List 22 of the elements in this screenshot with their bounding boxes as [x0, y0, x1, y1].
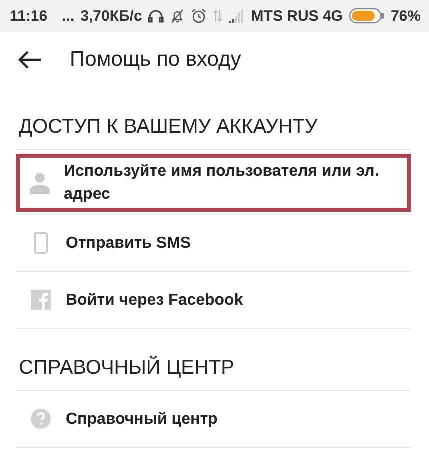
more-dots: ... — [62, 8, 75, 24]
alarm-icon — [191, 8, 208, 24]
clock: 11:16 — [10, 8, 48, 24]
headphones-icon — [148, 9, 164, 23]
menu-item[interactable]: Отправить SMS — [16, 215, 411, 271]
section-heading: ДОСТУП К ВАШЕМУ АККАУНТУ — [16, 88, 411, 150]
menu-item[interactable]: Справочный центр — [16, 391, 411, 447]
battery-percent: 76% — [390, 8, 421, 24]
section-heading: СПРАВОЧНЫЙ ЦЕНТР — [16, 329, 411, 391]
facebook-icon — [31, 290, 51, 310]
network-speed: 3,70КБ/с — [80, 8, 142, 24]
bell-off-icon — [170, 8, 186, 24]
person-icon — [30, 172, 50, 194]
signal-icon — [229, 10, 246, 22]
phone-icon — [34, 232, 48, 254]
highlighted-menu-item[interactable]: Используйте имя пользователя или эл. адрес — [14, 152, 413, 214]
battery-icon — [348, 8, 385, 24]
page-title: Помощь по входу — [70, 48, 242, 72]
menu-item[interactable]: Войти через Facebook — [16, 272, 411, 328]
carrier-name: MTS RUS 4G — [251, 8, 343, 24]
data-arrows-icon — [213, 9, 224, 23]
help-icon — [31, 409, 51, 429]
